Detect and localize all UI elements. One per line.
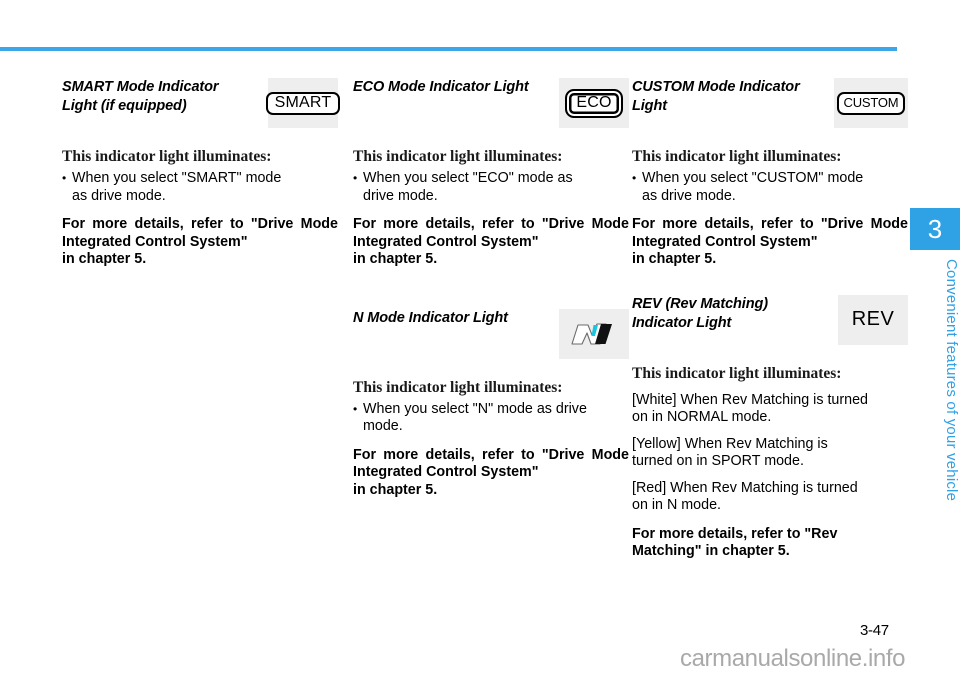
nmode-bullet-text: When you select "N" mode as drive mode. — [363, 401, 629, 436]
rev-red-mode-text: [Red] When Rev Matching is turned on in … — [632, 480, 908, 515]
chapter-number-tab: 3 — [910, 208, 960, 250]
header-accent-rule — [0, 47, 897, 51]
smart-bullet-line2: as drive mode. — [72, 187, 166, 204]
smart-indicator-badge: SMART — [265, 78, 341, 128]
eco-note-line1: For more details, refer to "Drive — [353, 216, 585, 232]
custom-indicator-badge: CUSTOM — [834, 78, 908, 128]
section-rev-title: REV (Rev Matching) Indicator Light — [632, 295, 768, 331]
eco-indicator-badge: ECO — [559, 78, 629, 128]
rev-white-line2: on in NORMAL mode. — [632, 409, 772, 425]
custom-illuminates-heading: This indicator light illuminates: — [632, 148, 842, 165]
smart-bullet-item: • When you select "SMART" mode as drive … — [62, 170, 338, 205]
rev-yellow-line1: [Yellow] When Rev Matching is — [632, 435, 828, 452]
section-custom-header: CUSTOM Mode Indicator Light CUSTOM — [632, 78, 908, 130]
custom-badge-frame: CUSTOM — [836, 91, 906, 115]
smart-reference-note: For more details, refer to "Drive Mode I… — [62, 216, 338, 269]
section-eco-title: ECO Mode Indicator Light — [353, 79, 529, 95]
eco-illuminates-heading: This indicator light illuminates: — [353, 148, 563, 165]
rev-white-mode-text: [White] When Rev Matching is turned on i… — [632, 392, 908, 427]
bullet-dot-icon: • — [62, 171, 67, 185]
custom-bullet-item: • When you select "CUSTOM" mode as drive… — [632, 170, 908, 205]
section-eco-header: ECO Mode Indicator Light ECO — [353, 78, 629, 130]
section-rev-header: REV (Rev Matching) Indicator Light REV — [632, 294, 908, 347]
rev-white-line1: [White] When Rev Matching is turned — [632, 391, 868, 408]
section-nmode-header: N Mode Indicator Light — [353, 308, 629, 361]
custom-note-line1: For more details, refer to "Drive — [632, 216, 864, 232]
section-nmode-title: N Mode Indicator Light — [353, 309, 508, 326]
site-watermark: carmanualsonline.info — [680, 645, 906, 672]
rev-note-line2: Matching" in chapter 5. — [632, 543, 790, 559]
rev-indicator-badge: REV — [838, 294, 908, 345]
smart-note-line1: For more details, refer to "Drive — [62, 216, 294, 232]
bullet-dot-icon: • — [353, 401, 358, 416]
nmode-reference-note: For more details, refer to "Drive Mode I… — [353, 447, 629, 500]
rev-red-line2: on in N mode. — [632, 497, 722, 513]
smart-illuminates-heading: This indicator light illuminates: — [62, 148, 272, 165]
column-left: SMART Mode Indicator Light (if equipped)… — [62, 78, 341, 269]
custom-badge-label: CUSTOM — [843, 94, 899, 110]
smart-note-line3: in chapter 5. — [62, 251, 147, 267]
eco-reference-note: For more details, refer to "Drive Mode I… — [353, 216, 629, 269]
rev-reference-note: For more details, refer to "Rev Matching… — [632, 526, 908, 561]
section-custom-title: CUSTOM Mode Indicator Light — [632, 79, 800, 114]
custom-note-line3: in chapter 5. — [632, 251, 717, 267]
page-number: 3-47 — [860, 622, 889, 639]
smart-badge-label: SMART — [274, 93, 332, 111]
smart-bullet-text: When you select "SMART" mode as drive mo… — [72, 170, 338, 205]
rev-illuminates-heading: This indicator light illuminates: — [632, 364, 842, 382]
n-mode-logo-icon — [571, 322, 612, 345]
eco-bullet-line1: When you select "ECO" mode as — [363, 170, 573, 186]
smart-badge-frame: SMART — [265, 91, 341, 115]
rev-badge-label: REV — [851, 308, 895, 330]
section-smart-header: SMART Mode Indicator Light (if equipped)… — [62, 78, 341, 130]
eco-bullet-text: When you select "ECO" mode as drive mode… — [363, 170, 629, 205]
nmode-illuminates-heading: This indicator light illuminates: — [353, 378, 563, 396]
nmode-bullet-item: • When you select "N" mode as drive mode… — [353, 401, 629, 436]
rev-red-line1: [Red] When Rev Matching is turned — [632, 479, 858, 496]
custom-bullet-line2: as drive mode. — [642, 187, 736, 204]
page-content: SMART Mode Indicator Light (if equipped)… — [0, 78, 908, 598]
nmode-note-line1: For more details, refer to "Drive — [353, 446, 585, 463]
nmode-note-line3: in chapter 5. — [353, 481, 438, 498]
nmode-bullet-line1: When you select "N" mode as drive — [363, 400, 587, 417]
rev-yellow-mode-text: [Yellow] When Rev Matching is turned on … — [632, 436, 908, 471]
custom-bullet-line1: When you select "CUSTOM" mode — [642, 170, 864, 186]
eco-bullet-item: • When you select "ECO" mode as drive mo… — [353, 170, 629, 205]
eco-badge-label: ECO — [576, 93, 612, 111]
eco-bullet-line2: drive mode. — [363, 187, 438, 204]
section-smart-title: SMART Mode Indicator Light (if equipped) — [62, 79, 219, 114]
eco-note-line3: in chapter 5. — [353, 251, 438, 267]
nmode-bullet-line2: mode. — [363, 418, 403, 434]
smart-bullet-line1: When you select "SMART" mode — [72, 170, 282, 186]
rev-yellow-line2: turned on in SPORT mode. — [632, 453, 804, 469]
column-middle: ECO Mode Indicator Light ECO This indica… — [353, 78, 629, 499]
nmode-indicator-badge — [559, 308, 629, 359]
bullet-dot-icon: • — [632, 171, 637, 185]
custom-reference-note: For more details, refer to "Drive Mode I… — [632, 216, 908, 269]
column-right: CUSTOM Mode Indicator Light CUSTOM This … — [632, 78, 908, 561]
custom-bullet-text: When you select "CUSTOM" mode as drive m… — [642, 170, 908, 205]
chapter-title-vertical: Convenient features of your vehicle — [943, 258, 960, 502]
eco-badge-frame: ECO — [565, 88, 623, 118]
bullet-dot-icon: • — [353, 171, 358, 185]
rev-note-line1: For more details, refer to "Rev — [632, 525, 838, 542]
